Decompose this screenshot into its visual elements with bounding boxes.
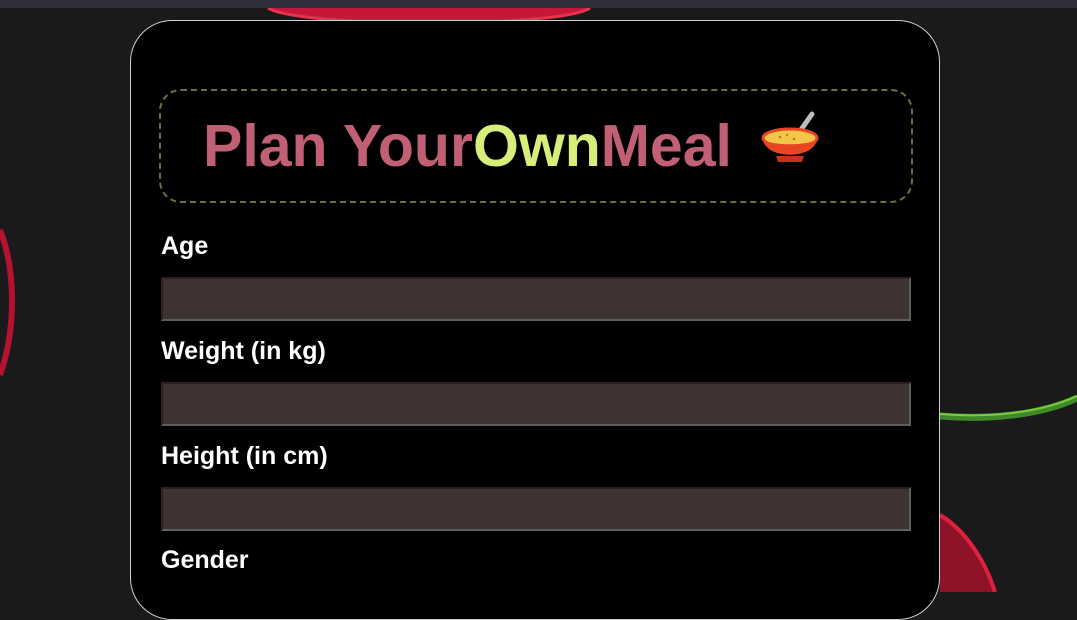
browser-top-strip bbox=[0, 0, 1077, 8]
age-input[interactable] bbox=[161, 277, 911, 321]
red-ring-left bbox=[0, 228, 15, 377]
soup-bowl-icon bbox=[760, 108, 822, 184]
gender-label: Gender bbox=[161, 546, 249, 574]
height-input[interactable] bbox=[161, 487, 911, 531]
title-part-meal: Meal bbox=[600, 113, 732, 179]
title-box: Plan Your Own Meal bbox=[159, 89, 913, 203]
title-part-plan-your: Plan Your bbox=[203, 113, 473, 179]
title-part-own: Own bbox=[472, 113, 601, 179]
meal-planner-card: Plan Your Own Meal Age Weight (in kg) He… bbox=[130, 20, 940, 620]
page-title: Plan Your Own Meal bbox=[203, 108, 822, 184]
age-label: Age bbox=[161, 232, 209, 260]
weight-input[interactable] bbox=[161, 382, 911, 426]
weight-label: Weight (in kg) bbox=[161, 337, 326, 365]
height-label: Height (in cm) bbox=[161, 442, 328, 470]
red-blob-bottom-right bbox=[940, 515, 995, 592]
